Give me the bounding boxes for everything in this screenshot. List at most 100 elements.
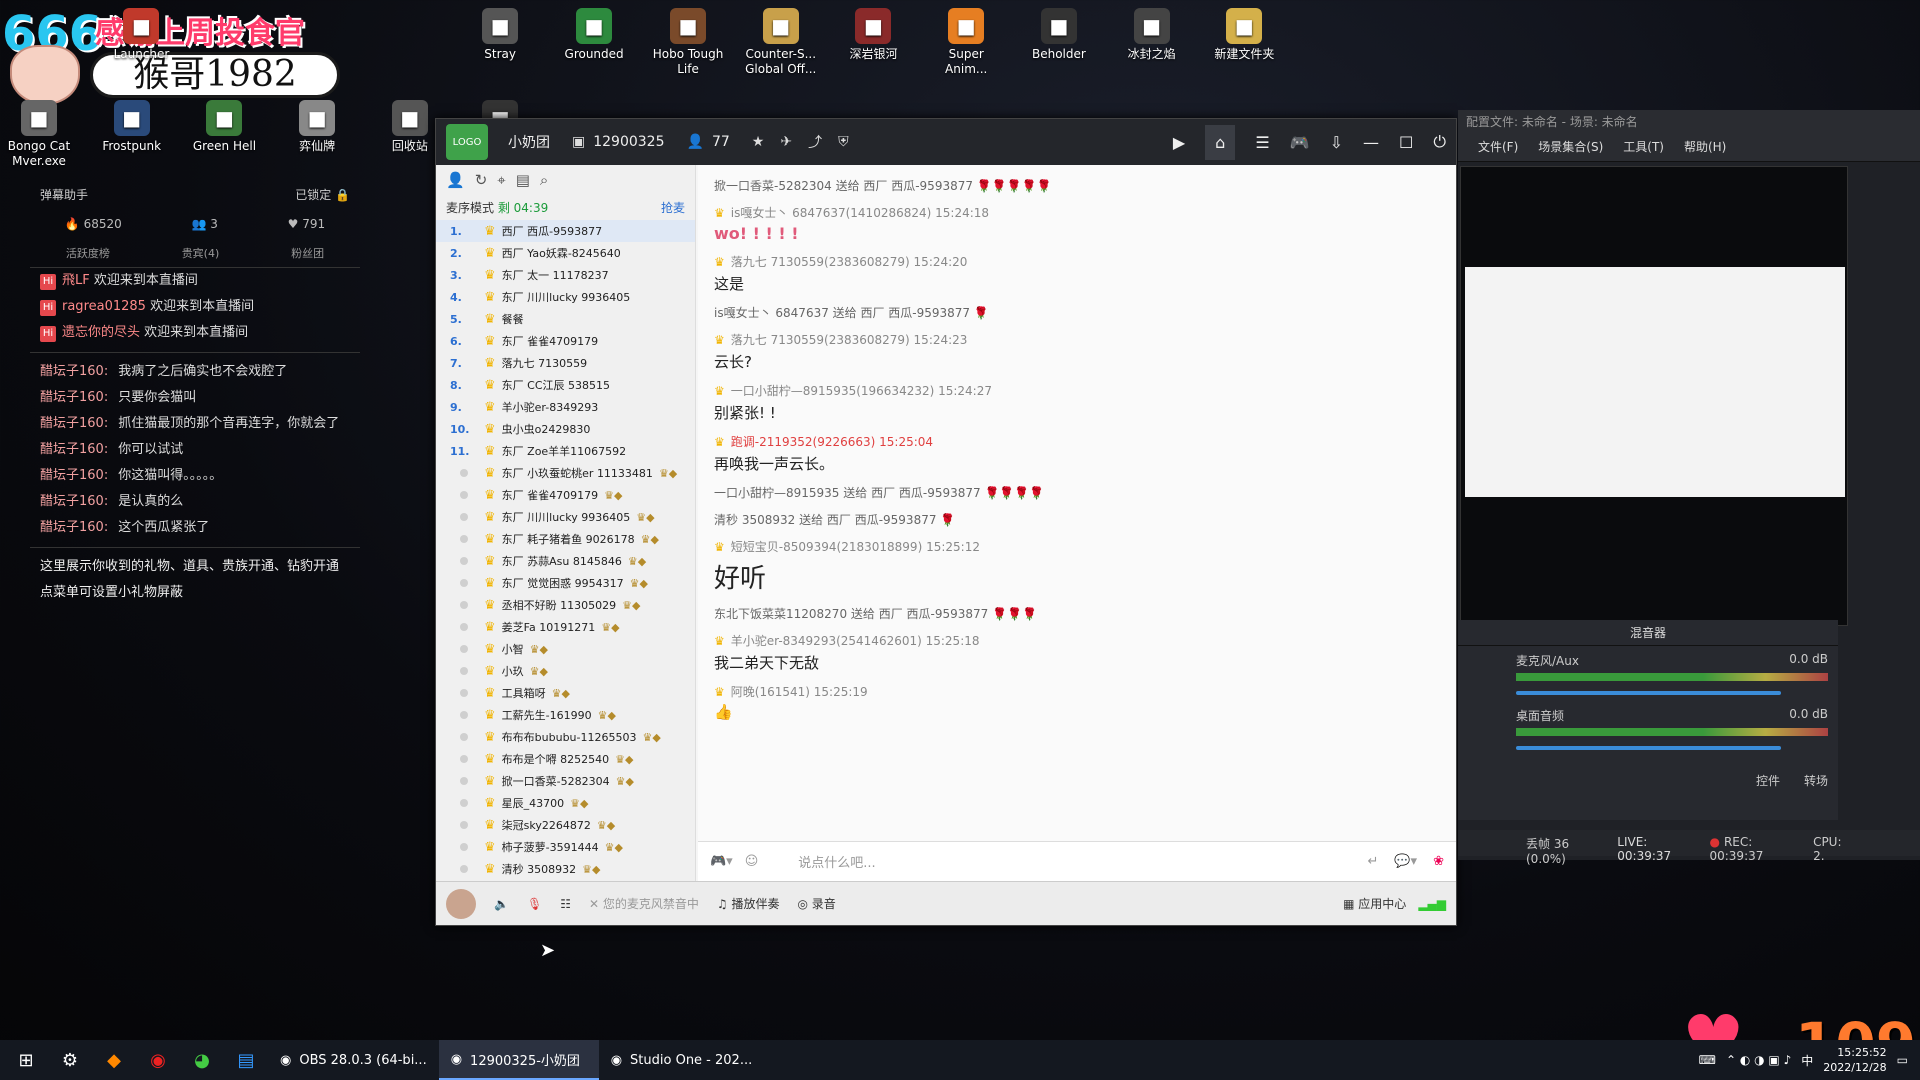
taskbar-task[interactable]: ◉ 12900325-小奶团	[438, 1040, 599, 1080]
tab-activity[interactable]: 活跃度榜	[66, 245, 110, 261]
desktop-icon[interactable]: ■ Stray	[461, 8, 539, 62]
netease-icon[interactable]: ◉	[136, 1040, 180, 1080]
member-item[interactable]: ♛ 东厂 耗子猪着鱼 9026178 ♛◆	[436, 528, 695, 550]
desktop-icon[interactable]: ■ Grounded	[555, 8, 633, 62]
location-icon[interactable]: ⌖	[497, 171, 505, 189]
member-item[interactable]: ♛ 柿子菠萝-3591444 ♛◆	[436, 836, 695, 858]
desktop-icon[interactable]: ■ 弈仙牌	[278, 100, 356, 154]
app-icon[interactable]: ◆	[92, 1040, 136, 1080]
member-item[interactable]: ♛ 工具箱呀 ♛◆	[436, 682, 695, 704]
member-item[interactable]: ♛ 工薪先生-161990 ♛◆	[436, 704, 695, 726]
emoji-icon[interactable]: ☺	[745, 854, 759, 869]
windows-start-icon[interactable]: ⊞	[4, 1040, 48, 1080]
chat-input-bar[interactable]: 🎮▾ ☺ 说点什么吧... ↵ 💬▾ ❀	[698, 841, 1456, 881]
message-author[interactable]: is嘎女士丶 6847637(1410286824) 15:24:18	[731, 206, 989, 220]
grab-mic-button[interactable]: 抢麦	[661, 199, 685, 216]
desktop-icon[interactable]: ■ Counter-S... Global Off...	[742, 8, 820, 77]
ranked-user[interactable]: 6. ♛ 东厂 雀雀4709179	[436, 330, 695, 352]
member-item[interactable]: ♛ 布布布bububu-11265503 ♛◆	[436, 726, 695, 748]
share-icon[interactable]: ⤴	[808, 132, 822, 152]
member-item[interactable]: ♛ 柒冠sky2264872 ♛◆	[436, 814, 695, 836]
equalizer-icon[interactable]: ☷	[560, 897, 571, 911]
message-author[interactable]: 短短宝贝-8509394(2183018899) 15:25:12	[731, 540, 980, 554]
maximize-icon[interactable]: ☐	[1399, 133, 1413, 152]
message-author[interactable]: 跑调-2119352(9226663) 15:25:04	[731, 435, 933, 449]
ranked-user[interactable]: 3. ♛ 东厂 太一 11178237	[436, 264, 695, 286]
download-icon[interactable]: ⇩	[1330, 133, 1343, 152]
tray-icons[interactable]: ⌃ ◐ ◑ ▣ ♪	[1726, 1053, 1791, 1067]
refresh-icon[interactable]: ↻	[475, 171, 488, 189]
ranked-user[interactable]: 1. ♛ 西厂 西瓜-9593877	[436, 220, 695, 242]
message-author[interactable]: 一口小甜柠—8915935(196634232) 15:24:27	[731, 384, 992, 398]
member-item[interactable]: ♛ 东厂 苏蒜Asu 8145846 ♛◆	[436, 550, 695, 572]
mic-muted-icon[interactable]: 🎙	[527, 897, 542, 911]
minimize-icon[interactable]: —	[1363, 133, 1379, 152]
plane-icon[interactable]: ✈	[780, 134, 792, 150]
person-icon[interactable]: 👤	[446, 171, 465, 189]
ime-indicator[interactable]: 中	[1801, 1052, 1813, 1069]
tab-vip[interactable]: 贵宾(4)	[182, 245, 220, 261]
member-item[interactable]: ♛ 东厂 觉觉困惑 9954317 ♛◆	[436, 572, 695, 594]
member-item[interactable]: ♛ 小玖 ♛◆	[436, 660, 695, 682]
desktop-icon[interactable]: ■ 冰封之焰	[1113, 8, 1191, 62]
ranked-user[interactable]: 5. ♛ 餐餐	[436, 308, 695, 330]
member-item[interactable]: ♛ 小智 ♛◆	[436, 638, 695, 660]
ranked-user[interactable]: 2. ♛ 西厂 Yao妖霖-8245640	[436, 242, 695, 264]
obs-menu-item[interactable]: 帮助(H)	[1684, 138, 1726, 155]
ranked-user[interactable]: 4. ♛ 东厂 川川lucky 9936405	[436, 286, 695, 308]
member-item[interactable]: ♛ 东厂 小玖蚕蛇桃er 11133481 ♛◆	[436, 462, 695, 484]
message-author[interactable]: 阿晚(161541) 15:25:19	[731, 685, 868, 699]
member-item[interactable]: ♛ 星辰_43700 ♛◆	[436, 792, 695, 814]
message-author[interactable]: 羊小驼er-8349293(2541462601) 15:25:18	[731, 634, 980, 648]
volume-slider[interactable]	[1516, 746, 1782, 750]
record-button[interactable]: ◎ 录音	[797, 895, 835, 912]
desktop-icon[interactable]: ■ Super Anim...	[927, 8, 1005, 77]
ranked-user[interactable]: 8. ♛ 东厂 CC江辰 538515	[436, 374, 695, 396]
ranked-user[interactable]: 9. ♛ 羊小驼er-8349293	[436, 396, 695, 418]
home-icon[interactable]: ⌂	[1205, 124, 1236, 160]
member-item[interactable]: ♛ 姜芝Fa 10191271 ♛◆	[436, 616, 695, 638]
desktop-icon[interactable]: ■ Frostpunk	[93, 100, 171, 154]
transition-tab[interactable]: 转场	[1804, 772, 1828, 789]
chrome-icon[interactable]: ◕	[180, 1040, 224, 1080]
controls-tab[interactable]: 控件	[1756, 772, 1780, 789]
member-item[interactable]: ♛ 东厂 雀雀4709179 ♛◆	[436, 484, 695, 506]
desktop-icon[interactable]: ■ Beholder	[1020, 8, 1098, 62]
avatar[interactable]	[446, 888, 476, 919]
music-button[interactable]: ♫ 播放伴奏	[717, 895, 780, 912]
desktop-icon[interactable]: ■ 新建文件夹	[1205, 8, 1283, 62]
ranked-user[interactable]: 7. ♛ 落九七 7130559	[436, 352, 695, 374]
gamepad-icon[interactable]: 🎮	[1290, 133, 1310, 152]
desktop-icon[interactable]: ■ Bongo Cat Mver.exe	[0, 100, 78, 169]
taskbar-task[interactable]: ◉ OBS 28.0.3 (64-bi...	[268, 1040, 439, 1080]
message-author[interactable]: 落九七 7130559(2383608279) 15:24:20	[731, 255, 968, 269]
member-item[interactable]: ♛ 掀一口香菜-5282304 ♛◆	[436, 770, 695, 792]
app-center-button[interactable]: ▦ 应用中心	[1343, 895, 1406, 912]
chat-input[interactable]: 说点什么吧...	[798, 852, 875, 871]
obs-menu-item[interactable]: 文件(F)	[1478, 138, 1518, 155]
shield-icon[interactable]: ⛨	[838, 134, 849, 150]
bubble-icon[interactable]: 💬▾	[1394, 854, 1417, 869]
room-id[interactable]: 12900325	[593, 134, 664, 150]
star-icon[interactable]: ★	[752, 134, 765, 150]
obs-menu-item[interactable]: 场景集合(S)	[1538, 138, 1603, 155]
desktop-icon[interactable]: ■ Hobo Tough Life	[649, 8, 727, 77]
note-icon[interactable]: ▤	[516, 171, 530, 189]
taskbar-task[interactable]: ◉ Studio One - 202...	[599, 1040, 765, 1080]
desktop-icon[interactable]: ■ Green Hell	[185, 100, 263, 154]
member-item[interactable]: ♛ 东厂 川川lucky 9936405 ♛◆	[436, 506, 695, 528]
member-item[interactable]: ♛ 清秒 3508932 ♛◆	[436, 858, 695, 880]
power-icon[interactable]: ⏻	[1433, 132, 1446, 152]
member-item[interactable]: ♛ 布布是个嘚 8252540 ♛◆	[436, 748, 695, 770]
ranked-user[interactable]: 10. ♛ 虫小虫o2429830	[436, 418, 695, 440]
clock[interactable]: 15:25:52 2022/12/28	[1823, 1045, 1886, 1075]
obs-preview[interactable]	[1460, 166, 1848, 626]
video-icon[interactable]: ▶	[1173, 133, 1185, 152]
lock-status[interactable]: 已锁定 🔒	[295, 186, 350, 203]
message-author[interactable]: 落九七 7130559(2383608279) 15:24:23	[731, 333, 968, 347]
obs-menu-item[interactable]: 工具(T)	[1623, 138, 1664, 155]
tab-fans[interactable]: 粉丝团	[291, 245, 324, 261]
desktop-icon[interactable]: ■ 深岩银河	[834, 8, 912, 62]
volume-icon[interactable]: 🔈	[494, 897, 509, 911]
notification-icon[interactable]: ▭	[1897, 1053, 1908, 1067]
